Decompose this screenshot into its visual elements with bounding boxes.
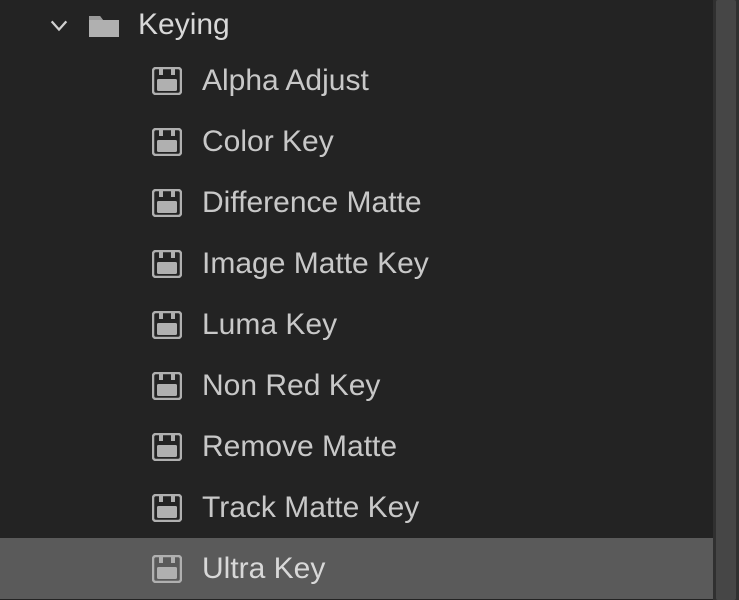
effect-item-remove-matte[interactable]: Remove Matte (0, 416, 739, 477)
effect-label: Color Key (202, 125, 334, 159)
video-effect-icon (152, 128, 182, 156)
effect-item-ultra-key[interactable]: Ultra Key (0, 538, 739, 599)
effect-label: Non Red Key (202, 369, 380, 403)
effect-item-track-matte-key[interactable]: Track Matte Key (0, 477, 739, 538)
effect-item-difference-matte[interactable]: Difference Matte (0, 172, 739, 233)
effect-item-color-key[interactable]: Color Key (0, 111, 739, 172)
video-effect-icon (152, 311, 182, 339)
video-effect-icon (152, 250, 182, 278)
chevron-down-icon (48, 14, 70, 36)
scrollbar-thumb[interactable] (716, 0, 736, 600)
effect-list: Alpha Adjust Color Key Difference Matte … (0, 50, 739, 599)
effect-item-alpha-adjust[interactable]: Alpha Adjust (0, 50, 739, 111)
effect-label: Alpha Adjust (202, 64, 369, 98)
video-effect-icon (152, 494, 182, 522)
video-effect-icon (152, 433, 182, 461)
effect-label: Ultra Key (202, 552, 325, 586)
video-effect-icon (152, 555, 182, 583)
effects-panel: Keying Alpha Adjust Color Key Difference… (0, 0, 739, 600)
effect-label: Image Matte Key (202, 247, 429, 281)
folder-label: Keying (138, 8, 230, 42)
folder-header-keying[interactable]: Keying (0, 0, 739, 50)
effect-item-non-red-key[interactable]: Non Red Key (0, 355, 739, 416)
effect-label: Difference Matte (202, 186, 422, 220)
scrollbar-track[interactable] (713, 0, 739, 600)
effect-label: Track Matte Key (202, 491, 419, 525)
video-effect-icon (152, 67, 182, 95)
video-effect-icon (152, 372, 182, 400)
folder-icon (88, 12, 120, 38)
video-effect-icon (152, 189, 182, 217)
effect-label: Remove Matte (202, 430, 397, 464)
effect-label: Luma Key (202, 308, 337, 342)
effect-item-image-matte-key[interactable]: Image Matte Key (0, 233, 739, 294)
effect-item-luma-key[interactable]: Luma Key (0, 294, 739, 355)
